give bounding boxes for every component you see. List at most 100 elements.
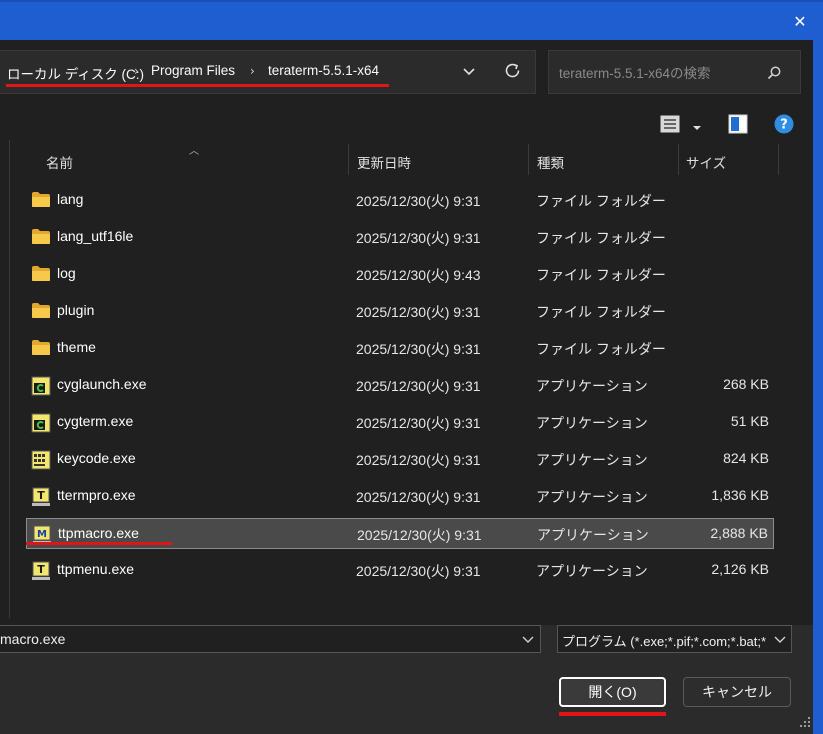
file-dialog: ローカル ディスク (C:) › Program Files › terater… [0,40,813,734]
file-type: アプリケーション [537,527,649,543]
column-header-modified[interactable]: 更新日時 [349,144,527,178]
folder-icon [31,228,51,246]
breadcrumb-separator[interactable]: › [134,64,139,78]
file-name: cyglaunch.exe [57,376,147,392]
chevron-down-icon[interactable] [774,632,786,648]
file-modified: 2025/12/30(火) 9:31 [356,304,481,320]
file-type: アプリケーション [536,378,648,394]
column-header-name[interactable]: 名前 [26,144,348,178]
file-name: ttermpro.exe [57,487,136,503]
window-edge [813,40,823,734]
filename-input[interactable] [0,630,510,648]
file-modified: 2025/12/30(火) 9:31 [356,230,481,246]
cancel-button[interactable]: キャンセル [683,677,791,707]
keycode-icon [31,450,51,470]
red-underline-annotation [6,84,389,87]
filename-combobox[interactable] [0,625,541,653]
file-size: 268 KB [723,376,769,392]
file-type: ファイル フォルダー [536,230,666,246]
file-size: 2,126 KB [711,561,769,577]
file-modified: 2025/12/30(火) 9:31 [357,527,482,543]
column-divider[interactable] [778,144,779,175]
resize-grip-icon[interactable] [799,716,811,732]
file-name: plugin [57,302,95,318]
file-modified: 2025/12/30(火) 9:31 [356,489,481,505]
file-modified: 2025/12/30(火) 9:31 [356,415,481,431]
file-row[interactable]: theme 2025/12/30(火) 9:31 ファイル フォルダー [26,333,774,364]
file-modified: 2025/12/30(火) 9:31 [356,563,481,579]
file-row[interactable]: cyglaunch.exe 2025/12/30(火) 9:31 アプリケーション 2… [26,370,774,401]
macro-icon: M [32,525,52,544]
file-type: アプリケーション [536,563,648,579]
file-row[interactable]: lang 2025/12/30(火) 9:31 ファイル フォルダー [26,185,774,216]
view-menu-icon[interactable] [660,115,680,137]
file-row[interactable]: lang_utf16le 2025/12/30(火) 9:31 ファイル フォルダー [26,222,774,253]
address-bar[interactable]: ローカル ディスク (C:) › Program Files › terater… [0,50,536,94]
folder-icon [31,265,51,283]
red-underline-annotation [26,542,172,545]
file-type: ファイル フォルダー [536,267,666,283]
pane-divider [9,140,10,618]
open-button[interactable]: 開く(O) [559,677,666,707]
file-name: theme [57,339,96,355]
file-size: 1,836 KB [711,487,769,503]
file-name: keycode.exe [57,450,136,466]
cygwin-icon [31,413,51,433]
file-modified: 2025/12/30(火) 9:31 [356,378,481,394]
file-row[interactable]: plugin 2025/12/30(火) 9:31 ファイル フォルダー [26,296,774,327]
svg-text:T: T [37,489,45,502]
column-header-size[interactable]: サイズ [679,144,777,178]
folder-icon [31,191,51,209]
teraterm-icon: T [31,487,51,506]
file-size: 51 KB [730,413,769,429]
chevron-down-icon[interactable] [522,632,534,648]
filetype-value: プログラム (*.exe;*.pif;*.com;*.bat;* [562,634,767,649]
svg-text:T: T [37,563,45,576]
breadcrumb-program-files[interactable]: Program Files [151,63,235,78]
svg-text:?: ? [780,118,788,133]
chevron-down-icon[interactable] [462,65,476,81]
folder-icon [31,339,51,357]
file-row[interactable]: log 2025/12/30(火) 9:43 ファイル フォルダー [26,259,774,290]
red-underline-annotation [559,712,666,716]
cygwin-icon [31,376,51,396]
file-type: アプリケーション [536,489,648,505]
preview-pane-icon[interactable] [728,114,748,138]
svg-text:M: M [37,529,47,540]
file-modified: 2025/12/30(火) 9:43 [356,267,481,283]
file-name: lang [57,191,84,207]
breadcrumb-teraterm[interactable]: teraterm-5.5.1-x64 [268,63,379,78]
file-type: アプリケーション [536,415,648,431]
view-dropdown-icon[interactable] [692,120,702,136]
file-type: ファイル フォルダー [536,193,666,209]
breadcrumb-separator[interactable]: › [250,64,255,78]
file-modified: 2025/12/30(火) 9:31 [356,193,481,209]
search-input[interactable] [557,62,761,84]
column-header-type[interactable]: 種類 [529,144,677,178]
file-row[interactable]: Tttpmenu.exe 2025/12/30(火) 9:31 アプリケーション 2,… [26,555,774,586]
file-name: lang_utf16le [57,228,134,244]
file-type: ファイル フォルダー [536,304,666,320]
close-button[interactable]: ✕ [785,7,815,35]
file-row[interactable]: cygterm.exe 2025/12/30(火) 9:31 アプリケーション 51 … [26,407,774,438]
file-modified: 2025/12/30(火) 9:31 [356,452,481,468]
search-box[interactable] [548,50,801,94]
filetype-select[interactable]: プログラム (*.exe;*.pif;*.com;*.bat;* [557,625,792,653]
refresh-icon[interactable] [503,61,523,85]
file-row[interactable]: Tttermpro.exe 2025/12/30(火) 9:31 アプリケーション 1… [26,481,774,512]
folder-icon [31,302,51,320]
file-size: 2,888 KB [710,525,768,541]
file-size: 824 KB [723,450,769,466]
search-icon[interactable] [766,65,782,85]
file-name: cygterm.exe [57,413,134,429]
file-name: log [57,265,76,281]
help-icon[interactable]: ? [774,114,794,138]
file-name: ttpmenu.exe [57,561,135,577]
close-icon: ✕ [793,11,807,31]
file-type: アプリケーション [536,452,648,468]
file-modified: 2025/12/30(火) 9:31 [356,341,481,357]
breadcrumb-local-disk[interactable]: ローカル ディスク (C:) [7,63,144,83]
file-type: ファイル フォルダー [536,341,666,357]
file-row[interactable]: keycode.exe 2025/12/30(火) 9:31 アプリケーション 824… [26,444,774,475]
title-bar: ✕ [0,0,823,40]
